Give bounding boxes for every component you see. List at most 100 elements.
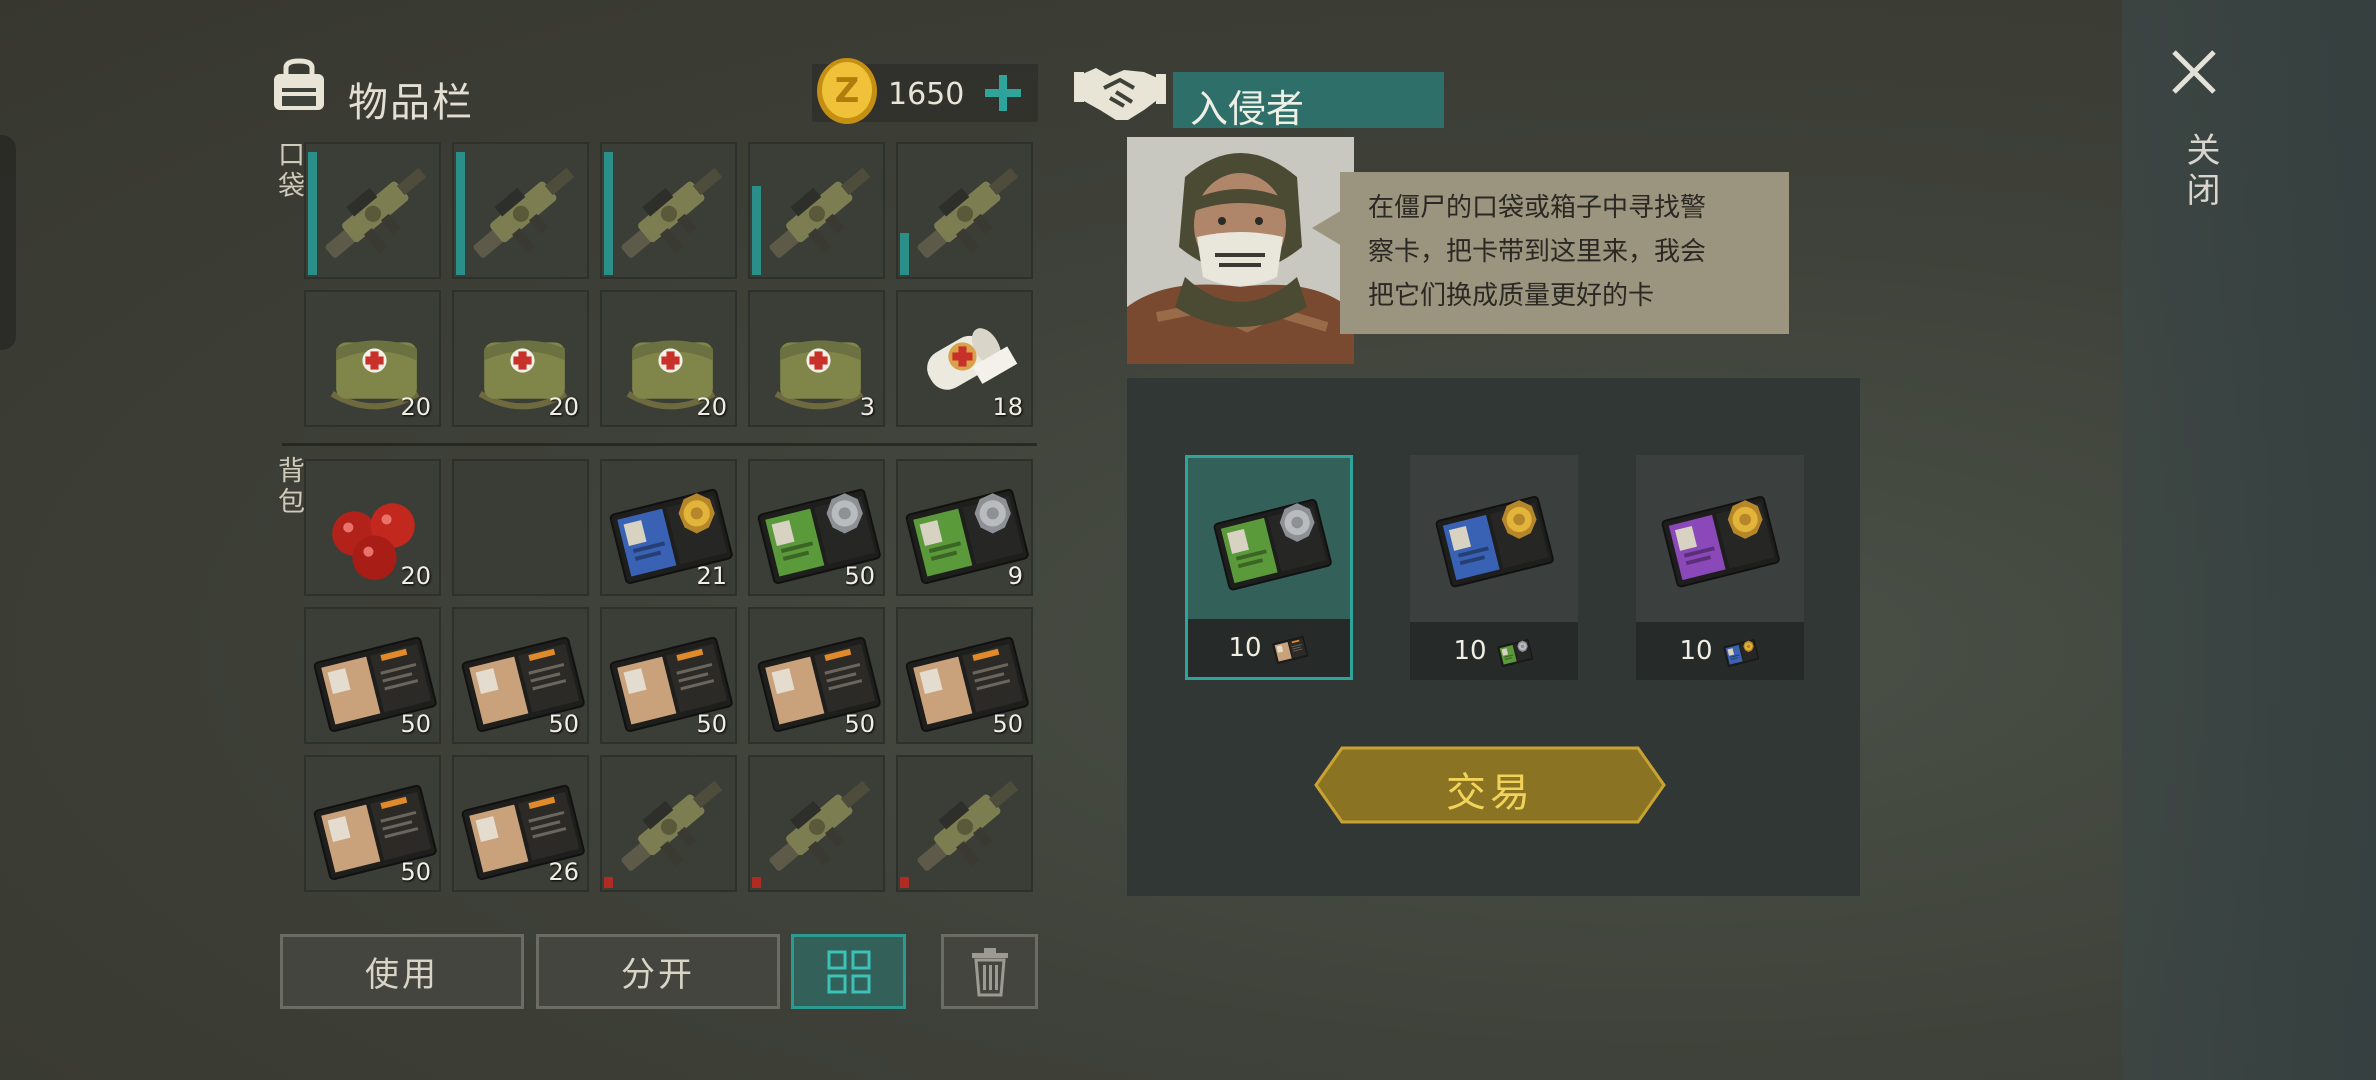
inventory-slot-patrol-officer-card[interactable]: 50 xyxy=(452,607,589,744)
police-card-green-silver-icon xyxy=(1213,499,1332,591)
inventory-slot-patrol-officer-card[interactable]: 26 xyxy=(452,755,589,892)
inventory-slot-police-card-blue-gold[interactable]: 21 xyxy=(600,459,737,596)
pocket-label: 口袋 xyxy=(273,140,304,202)
trader-speech: 在僵尸的口袋或箱子中寻找警 察卡，把卡带到这里来，我会 把它们换成质量更好的卡 xyxy=(1340,172,1789,334)
item-count: 18 xyxy=(992,393,1023,421)
inventory-slot-grenade-launcher[interactable] xyxy=(600,142,737,279)
grenade-launcher-icon xyxy=(917,167,1019,258)
grenade-launcher-icon xyxy=(473,167,575,258)
inventory-slot-tomatoes[interactable]: 20 xyxy=(304,459,441,596)
side-notch xyxy=(0,135,16,350)
coin-amount: 1650 xyxy=(888,77,965,112)
item-count: 50 xyxy=(548,710,579,738)
durability-low-indicator xyxy=(752,877,761,888)
grenade-launcher-icon xyxy=(325,167,427,258)
item-count: 50 xyxy=(992,710,1023,738)
close-label[interactable]: 关闭 xyxy=(2176,132,2225,212)
police-card-blue-gold-icon xyxy=(1723,639,1759,667)
svg-text:Z: Z xyxy=(835,71,860,111)
trash-icon xyxy=(971,947,1008,996)
coin-icon: Z xyxy=(817,58,877,124)
item-count: 26 xyxy=(548,858,579,886)
inventory-slot-grenade-launcher[interactable] xyxy=(896,755,1033,892)
close-panel-strip xyxy=(2122,0,2376,1080)
grenade-launcher-icon xyxy=(769,780,871,871)
offer-cost: 10 xyxy=(1410,622,1578,680)
section-divider xyxy=(282,443,1037,446)
inventory-slot-bandage[interactable]: 18 xyxy=(896,290,1033,427)
item-count: 50 xyxy=(696,710,727,738)
trade-offer-police-card-blue-gold[interactable]: 10 xyxy=(1410,455,1578,680)
durability-bar xyxy=(604,151,613,275)
trash-button[interactable] xyxy=(941,934,1038,1009)
trade-button-label: 交易 xyxy=(1446,770,1534,816)
plus-icon[interactable] xyxy=(978,68,1028,118)
handshake-icon xyxy=(1074,68,1166,120)
inventory-slot-patrol-officer-card[interactable]: 50 xyxy=(896,607,1033,744)
trader-name: 入侵者 xyxy=(1190,87,1305,131)
grid-icon xyxy=(827,950,870,993)
inventory-slot-medical-bag[interactable]: 20 xyxy=(452,290,589,427)
inventory-slot-patrol-officer-card[interactable]: 50 xyxy=(304,607,441,744)
durability-low-indicator xyxy=(900,877,909,888)
durability-bar xyxy=(752,185,761,275)
inventory-slot-grenade-launcher[interactable] xyxy=(452,142,589,279)
inventory-slot-police-card-green-silver[interactable]: 9 xyxy=(896,459,1033,596)
item-count: 50 xyxy=(400,710,431,738)
police-card-purple-gold-icon xyxy=(1661,496,1780,588)
speech-line: 在僵尸的口袋或箱子中寻找警 xyxy=(1368,193,1707,223)
item-count: 20 xyxy=(400,562,431,590)
inventory-slot-medical-bag[interactable]: 20 xyxy=(600,290,737,427)
inventory-slot-patrol-officer-card[interactable]: 50 xyxy=(304,755,441,892)
inventory-slot-grenade-launcher[interactable] xyxy=(896,142,1033,279)
speech-line: 察卡，把卡带到这里来，我会 xyxy=(1368,237,1707,267)
patrol-officer-card-icon xyxy=(1272,636,1308,664)
cost-amount: 10 xyxy=(1453,636,1487,666)
grenade-launcher-icon xyxy=(917,780,1019,871)
grenade-launcher-icon xyxy=(621,780,723,871)
police-card-green-silver-icon xyxy=(1497,639,1533,667)
inventory-slot-grenade-launcher[interactable] xyxy=(748,755,885,892)
item-count: 50 xyxy=(844,562,875,590)
inventory-slot-patrol-officer-card[interactable]: 50 xyxy=(600,607,737,744)
item-count: 3 xyxy=(859,393,875,421)
inventory-slot-medical-bag[interactable]: 20 xyxy=(304,290,441,427)
sort-grid-button[interactable] xyxy=(791,934,906,1009)
speech-line: 把它们换成质量更好的卡 xyxy=(1368,281,1655,311)
trade-offer-police-card-green-silver[interactable]: 10 xyxy=(1185,455,1353,680)
split-button[interactable]: 分开 xyxy=(536,934,780,1009)
inventory-title: 物品栏 xyxy=(348,80,474,126)
backpack-label: 背包 xyxy=(273,456,304,518)
police-card-blue-gold-icon xyxy=(1435,496,1554,588)
trade-offer-police-card-purple-gold[interactable]: 10 xyxy=(1636,455,1804,680)
inventory-slot-grenade-launcher[interactable] xyxy=(600,755,737,892)
backpack-icon xyxy=(274,58,324,110)
item-count: 20 xyxy=(548,393,579,421)
offer-cost: 10 xyxy=(1188,619,1350,677)
item-count: 21 xyxy=(696,562,727,590)
item-count: 50 xyxy=(400,858,431,886)
speech-tail xyxy=(1312,210,1342,246)
item-count: 20 xyxy=(696,393,727,421)
inventory-slot-police-card-green-silver[interactable]: 50 xyxy=(748,459,885,596)
durability-bar xyxy=(456,151,465,275)
grenade-launcher-icon xyxy=(621,167,723,258)
inventory-slot-grenade-launcher[interactable] xyxy=(748,142,885,279)
cost-amount: 10 xyxy=(1679,636,1713,666)
item-count: 9 xyxy=(1007,562,1023,590)
durability-low-indicator xyxy=(604,877,613,888)
item-count: 50 xyxy=(844,710,875,738)
trader-portrait xyxy=(1127,137,1354,364)
inventory-slot-medical-bag[interactable]: 3 xyxy=(748,290,885,427)
durability-bar xyxy=(308,151,317,275)
inventory-slot-patrol-officer-card[interactable]: 50 xyxy=(748,607,885,744)
durability-bar xyxy=(900,233,909,275)
cost-amount: 10 xyxy=(1228,633,1262,663)
grenade-launcher-icon xyxy=(769,167,871,258)
inventory-slot-grenade-launcher[interactable] xyxy=(304,142,441,279)
offer-cost: 10 xyxy=(1636,622,1804,680)
item-count: 20 xyxy=(400,393,431,421)
empty-slot[interactable] xyxy=(452,459,589,596)
use-button[interactable]: 使用 xyxy=(280,934,524,1009)
close-icon[interactable] xyxy=(2170,48,2218,96)
